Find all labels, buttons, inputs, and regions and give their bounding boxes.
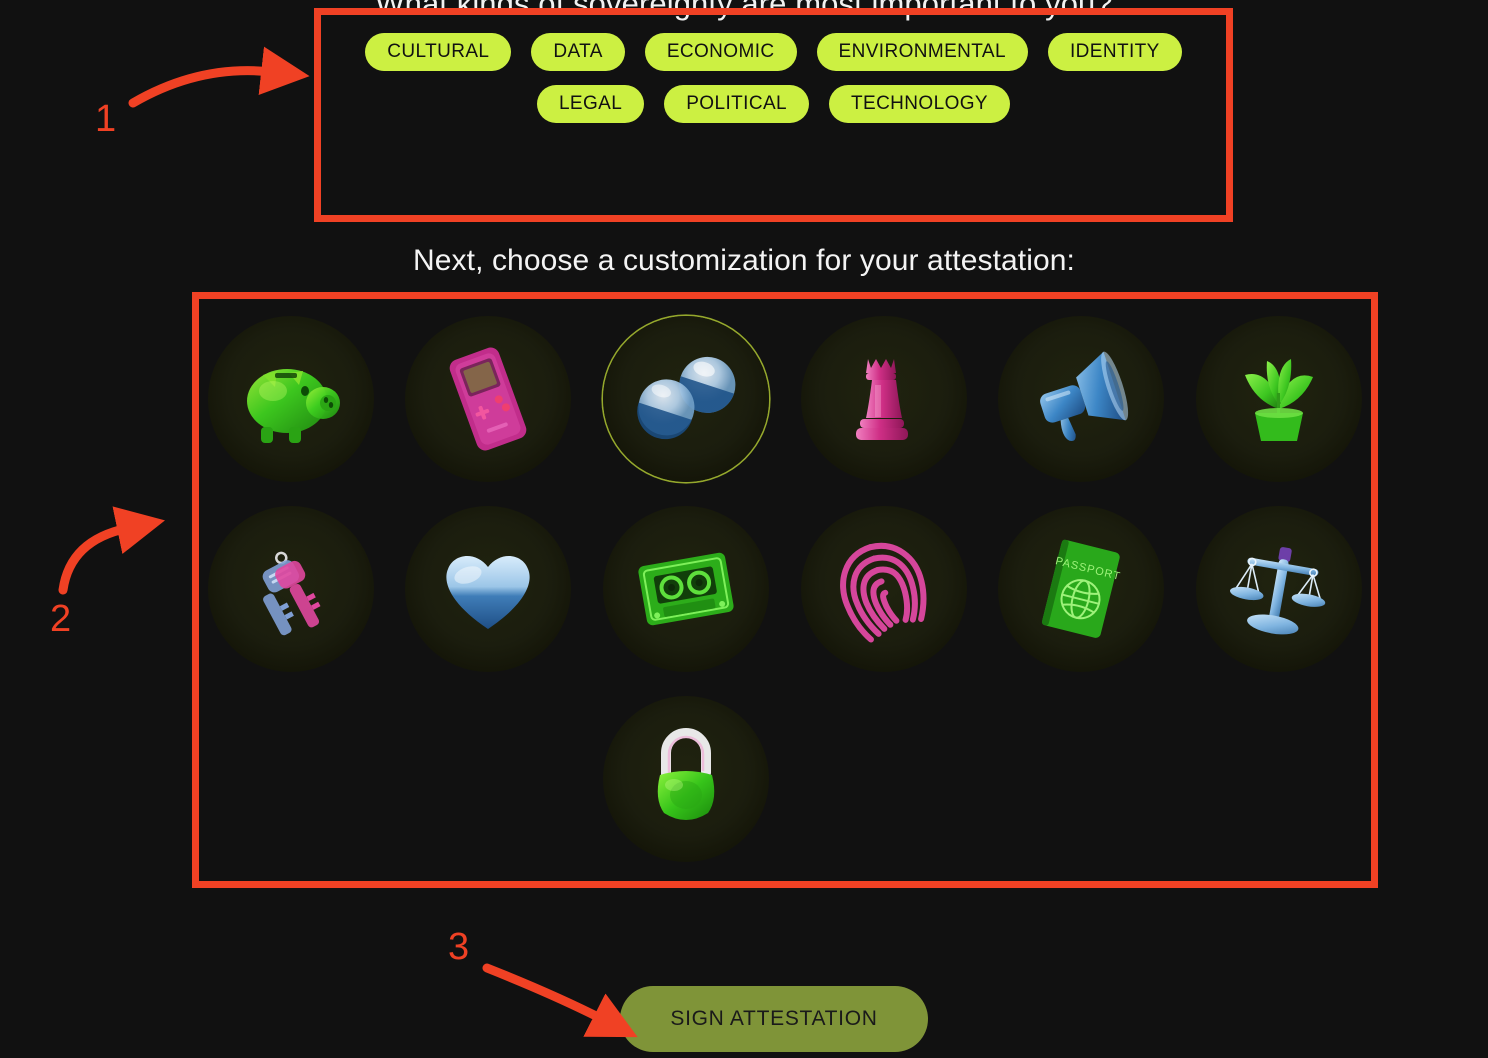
icon-circle [207,316,374,482]
keys-icon [262,551,321,636]
tag-environmental[interactable]: ENVIRONMENTAL [816,33,1028,71]
icon-circle [603,696,770,862]
tag-identity[interactable]: IDENTITY [1047,33,1182,71]
heart-icon [446,555,531,629]
tag-legal[interactable]: LEGAL [536,85,645,123]
tag-technology[interactable]: TECHNOLOGY [828,85,1011,123]
icon-circle [603,506,770,672]
icon-circle-selected [603,316,770,482]
icon-circle [800,506,967,672]
potted-plant-icon [1245,359,1314,441]
icon-circle [1196,316,1363,482]
icon-option-chess-queen[interactable] [785,304,983,494]
icon-option-passport[interactable]: PASSPORT [983,494,1181,684]
icon-option-potted-plant[interactable] [1180,304,1378,494]
icon-option-piggy-bank[interactable] [192,304,390,494]
icon-circle [998,316,1165,482]
tag-political[interactable]: POLITICAL [664,85,809,123]
chess-queen-icon [855,359,908,440]
icon-circle [405,506,572,672]
customization-prompt-heading: Next, choose a customization for your at… [413,244,1075,277]
handheld-console-icon [450,347,527,451]
annotation-arrow-2 [58,506,166,595]
icon-circle: PASSPORT [998,506,1165,672]
icon-option-fingerprint[interactable] [785,494,983,684]
passport-icon: PASSPORT [1042,539,1122,638]
tag-row-1: CULTURAL DATA ECONOMIC ENVIRONMENTAL IDE… [314,33,1233,71]
sign-attestation-button[interactable]: SIGN ATTESTATION [620,986,928,1052]
piggy-bank-icon [246,369,340,443]
annotation-arrow-3 [482,963,638,1038]
icon-option-keys[interactable] [192,494,390,684]
icon-option-handheld-console[interactable] [390,304,588,494]
scales-of-justice-icon [1230,547,1326,635]
tag-cultural[interactable]: CULTURAL [365,33,512,71]
icon-circle [800,316,967,482]
tag-economic[interactable]: ECONOMIC [644,33,797,71]
icon-option-cassette-tape[interactable] [587,494,785,684]
icon-option-megaphone[interactable] [983,304,1181,494]
icon-option-hourglass[interactable] [587,304,785,494]
icon-option-heart[interactable] [390,494,588,684]
tag-row-2: LEGAL POLITICAL TECHNOLOGY [314,85,1233,123]
icon-option-padlock[interactable] [587,684,785,874]
tag-data[interactable]: DATA [531,33,625,71]
icon-circle [1196,506,1363,672]
icon-circle [207,506,374,672]
icon-option-scales-of-justice[interactable] [1180,494,1378,684]
icon-circle [405,316,572,482]
annotation-number-3: 3 [448,926,470,968]
hourglass-icon [637,356,736,440]
annotation-number-2: 2 [50,598,72,640]
customization-icon-grid: PASSPORT [192,292,1378,888]
attestation-page: What kinds of sovereignty are most impor… [0,0,1488,1058]
padlock-icon [657,728,715,820]
fingerprint-icon [839,542,927,643]
sovereignty-tags-region: CULTURAL DATA ECONOMIC ENVIRONMENTAL IDE… [314,8,1233,222]
annotation-arrow-1 [128,46,310,108]
annotation-number-1: 1 [95,98,117,140]
cassette-tape-icon [638,552,734,626]
megaphone-icon [1040,351,1129,441]
